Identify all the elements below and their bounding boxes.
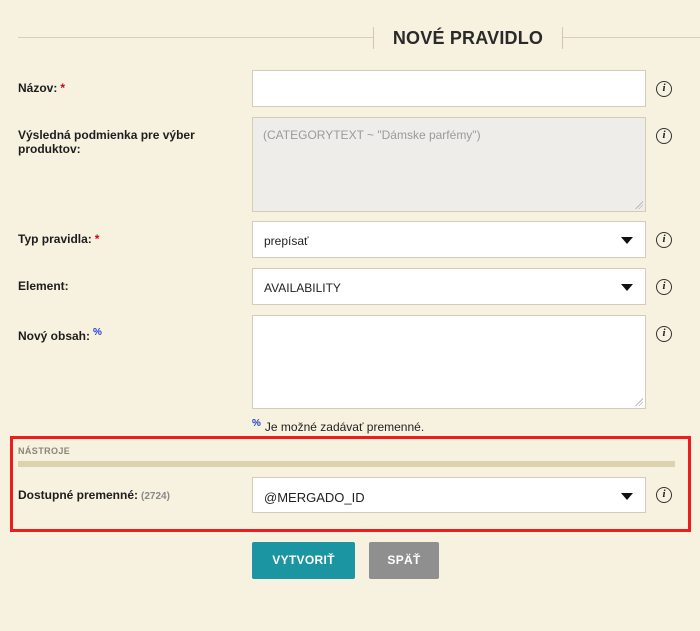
header-rule-left: [18, 37, 373, 38]
name-label: Názov: *: [18, 81, 65, 95]
resize-grip-icon: [635, 201, 643, 209]
new-content-label-text: Nový obsah:: [18, 329, 91, 343]
info-icon[interactable]: i: [656, 487, 672, 503]
rule-type-select[interactable]: prepísať: [252, 221, 646, 258]
chevron-down-icon: [621, 237, 633, 244]
variables-label: Dostupné premenné: (2724): [18, 488, 170, 504]
back-button[interactable]: SPÄŤ: [369, 542, 439, 579]
element-value: AVAILABILITY: [264, 281, 341, 295]
create-button[interactable]: VYTVORIŤ: [252, 542, 355, 579]
variables-select[interactable]: @MERGADO_ID: [252, 477, 646, 513]
new-content-textarea[interactable]: [253, 316, 645, 408]
tools-section-title: NÁSTROJE: [18, 446, 71, 456]
variables-label-text: Dostupné premenné:: [18, 488, 139, 502]
name-field[interactable]: [252, 70, 646, 107]
new-content-label: Nový obsah:%: [18, 326, 102, 343]
info-icon[interactable]: i: [656, 128, 672, 144]
condition-field: (CATEGORYTEXT ~ "Dámske parfémy"): [252, 117, 646, 212]
header-divider-left: [373, 27, 374, 49]
hint-text: Je možné zadávať premenné.: [264, 420, 425, 434]
condition-placeholder: (CATEGORYTEXT ~ "Dámske parfémy"): [263, 128, 481, 142]
header-divider-right: [562, 27, 563, 49]
info-icon[interactable]: i: [656, 232, 672, 248]
name-input[interactable]: [253, 71, 645, 106]
element-select[interactable]: AVAILABILITY: [252, 268, 646, 305]
required-mark: *: [94, 232, 100, 246]
variable-mark: %: [252, 418, 261, 429]
info-icon[interactable]: i: [656, 279, 672, 295]
variable-mark: %: [93, 327, 102, 338]
required-mark: *: [60, 81, 66, 95]
rule-type-label: Typ pravidla: *: [18, 232, 99, 246]
name-label-text: Názov:: [18, 81, 58, 95]
page-header: NOVÉ PRAVIDLO: [0, 22, 700, 56]
chevron-down-icon: [621, 284, 633, 291]
info-icon[interactable]: i: [656, 326, 672, 342]
header-rule-right: [563, 37, 700, 38]
rule-type-value: prepísať: [264, 234, 309, 248]
rule-type-label-text: Typ pravidla:: [18, 232, 92, 246]
variables-hint: % Je možné zadávať premenné.: [252, 418, 424, 434]
variables-count: (2724): [141, 491, 170, 502]
tools-section-bar: [18, 461, 675, 467]
element-label: Element:: [18, 279, 69, 293]
new-content-field[interactable]: [252, 315, 646, 409]
condition-label: Výsledná podmienka pre výber produktov:: [18, 128, 195, 156]
page-title: NOVÉ PRAVIDLO: [392, 28, 544, 48]
variables-value: @MERGADO_ID: [264, 490, 365, 505]
info-icon[interactable]: i: [656, 81, 672, 97]
resize-grip-icon: [635, 398, 643, 406]
chevron-down-icon: [621, 493, 633, 500]
